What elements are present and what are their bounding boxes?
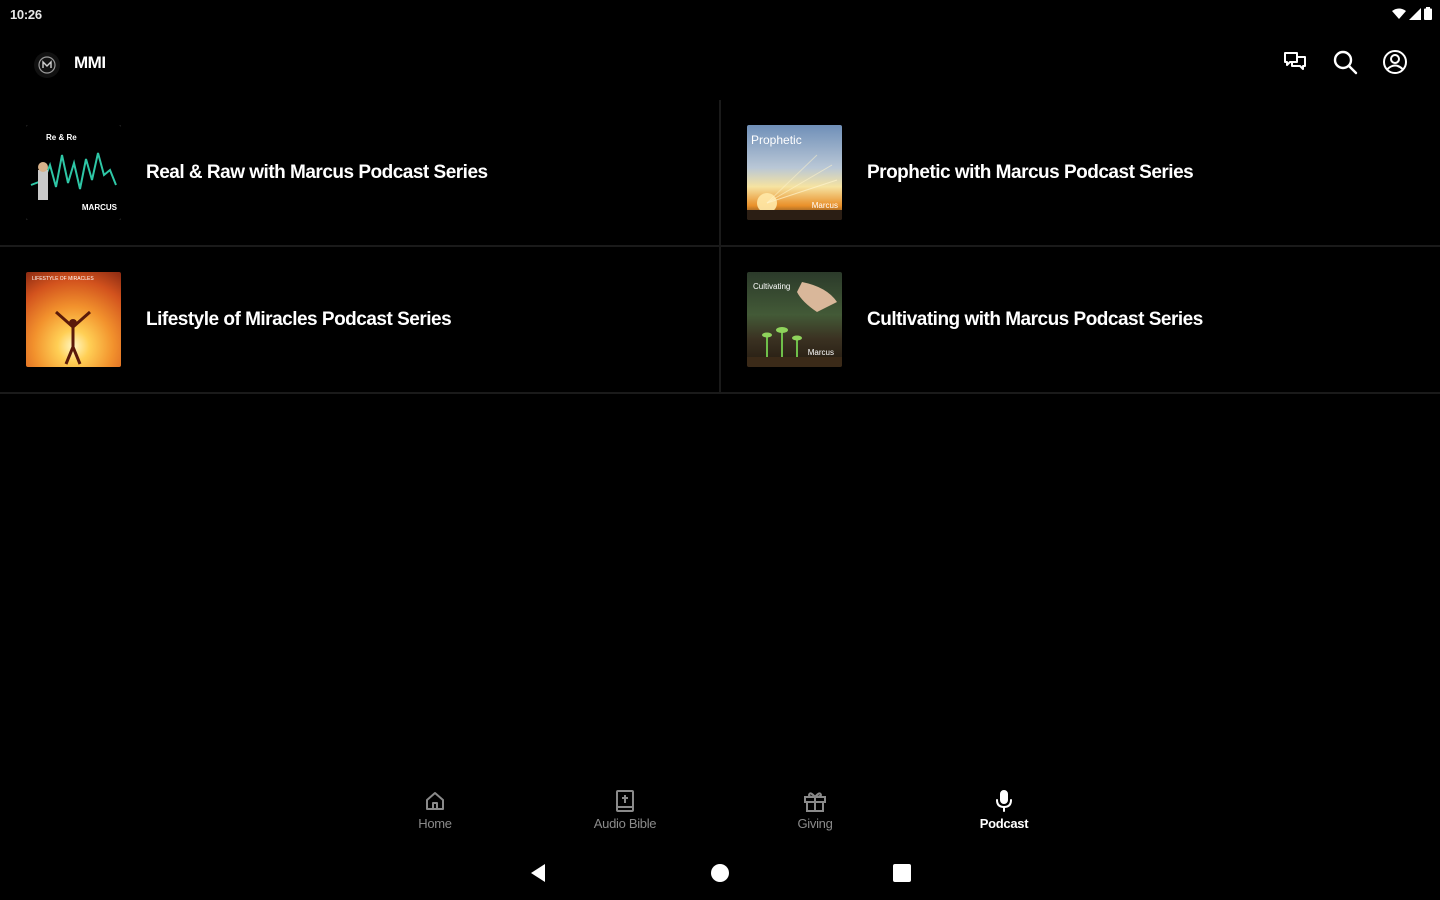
artwork-top-text: Cultivating	[753, 282, 791, 291]
app-actions	[1280, 49, 1410, 79]
account-button[interactable]	[1380, 49, 1410, 79]
status-icons	[1392, 7, 1432, 25]
podcast-artwork: Prophetic Marcus	[747, 125, 842, 220]
nav-label: Podcast	[979, 816, 1029, 831]
nav-label: Home	[418, 816, 452, 831]
recents-button[interactable]	[889, 862, 915, 888]
grid-row: LIFESTYLE OF MIRACLES Lifestyle of Mirac…	[0, 247, 1440, 394]
app-title: MMI	[74, 53, 106, 72]
podcast-title: Cultivating with Marcus Podcast Series	[867, 308, 1203, 330]
podcast-item-lifestyle-of-miracles[interactable]: LIFESTYLE OF MIRACLES Lifestyle of Mirac…	[0, 247, 721, 392]
recents-icon	[892, 863, 912, 888]
grid-row: Re & Re MARCUS Real & Raw with Marcus Po…	[0, 100, 1440, 247]
bottom-navigation: Home Audio Bible Giving Podcast	[0, 788, 1440, 844]
podcast-item-cultivating[interactable]: Cultivating Marcus Cultivating with Marc…	[721, 247, 1440, 392]
podcast-artwork: LIFESTYLE OF MIRACLES	[26, 272, 121, 367]
podcast-title: Real & Raw with Marcus Podcast Series	[146, 161, 488, 183]
chat-icon	[1283, 50, 1307, 79]
nav-item-audio-bible[interactable]: Audio Bible	[565, 788, 685, 831]
system-home-button[interactable]	[707, 862, 733, 888]
podcast-grid: Re & Re MARCUS Real & Raw with Marcus Po…	[0, 100, 1440, 394]
artwork-bottom-text: Marcus	[811, 201, 838, 210]
nav-item-podcast[interactable]: Podcast	[944, 788, 1064, 831]
gift-icon	[802, 788, 828, 814]
battery-icon	[1424, 7, 1432, 25]
podcast-title: Lifestyle of Miracles Podcast Series	[146, 308, 452, 330]
status-time: 10:26	[10, 7, 42, 22]
search-button[interactable]	[1330, 49, 1360, 79]
wifi-icon	[1392, 7, 1406, 25]
artwork-top-text: Prophetic	[751, 133, 802, 147]
artwork-top-text: Re & Re	[46, 133, 77, 142]
bible-icon	[612, 788, 638, 814]
home-icon	[422, 788, 448, 814]
artwork-top-text: LIFESTYLE OF MIRACLES	[32, 276, 94, 282]
system-navigation	[0, 854, 1440, 894]
podcast-artwork: Cultivating Marcus	[747, 272, 842, 367]
chat-button[interactable]	[1280, 49, 1310, 79]
nav-item-giving[interactable]: Giving	[755, 788, 875, 831]
home-circle-icon	[710, 863, 730, 888]
back-button[interactable]	[525, 862, 551, 888]
cell-signal-icon	[1409, 7, 1421, 25]
back-icon	[529, 863, 547, 888]
nav-label: Giving	[797, 816, 833, 831]
account-icon	[1382, 49, 1408, 80]
podcast-item-prophetic[interactable]: Prophetic Marcus Prophetic with Marcus P…	[721, 100, 1440, 245]
artwork-bottom-text: MARCUS	[81, 203, 117, 212]
podcast-title: Prophetic with Marcus Podcast Series	[867, 161, 1194, 183]
nav-label: Audio Bible	[593, 816, 657, 831]
microphone-icon	[991, 788, 1017, 814]
search-icon	[1332, 49, 1358, 80]
podcast-item-real-and-raw[interactable]: Re & Re MARCUS Real & Raw with Marcus Po…	[0, 100, 721, 245]
app-logo-icon[interactable]	[34, 52, 60, 78]
status-bar: 10:26	[0, 0, 1440, 28]
nav-item-home[interactable]: Home	[375, 788, 495, 831]
podcast-artwork: Re & Re MARCUS	[26, 125, 121, 220]
app-bar: MMI	[0, 36, 1440, 92]
artwork-bottom-text: Marcus	[807, 348, 834, 357]
